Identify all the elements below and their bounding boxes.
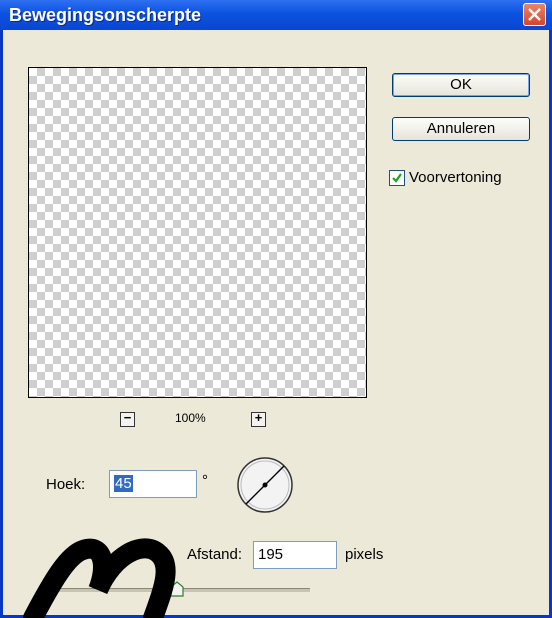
plus-icon: + <box>254 410 263 425</box>
zoom-in-button[interactable]: + <box>251 410 266 427</box>
minus-icon: − <box>123 410 132 425</box>
watermark-icon <box>23 538 176 618</box>
preview-checkbox[interactable] <box>389 170 405 186</box>
dialog-window: Bewegingsonscherpte OK Annuleren Voorver… <box>0 0 552 618</box>
check-icon <box>392 173 402 183</box>
angle-label: Hoek: <box>46 476 86 493</box>
ok-button[interactable]: OK <box>392 73 530 97</box>
preview-canvas[interactable] <box>28 67 367 398</box>
angle-dial-icon[interactable] <box>236 456 294 514</box>
window-title: Bewegingsonscherpte <box>9 5 202 25</box>
zoom-out-button[interactable]: − <box>120 410 135 427</box>
distance-input[interactable]: 195 <box>253 541 337 569</box>
angle-input[interactable]: 45 <box>109 470 197 498</box>
degree-symbol: ° <box>202 472 208 489</box>
angle-value: 45 <box>114 475 133 492</box>
preview-checkbox-label[interactable]: Voorvertoning <box>409 169 502 186</box>
cancel-button[interactable]: Annuleren <box>392 117 530 141</box>
title-bar[interactable]: Bewegingsonscherpte <box>0 0 552 30</box>
zoom-level: 100% <box>175 411 206 425</box>
close-button[interactable] <box>523 3 546 26</box>
distance-unit: pixels <box>345 546 384 563</box>
close-icon <box>528 8 541 21</box>
